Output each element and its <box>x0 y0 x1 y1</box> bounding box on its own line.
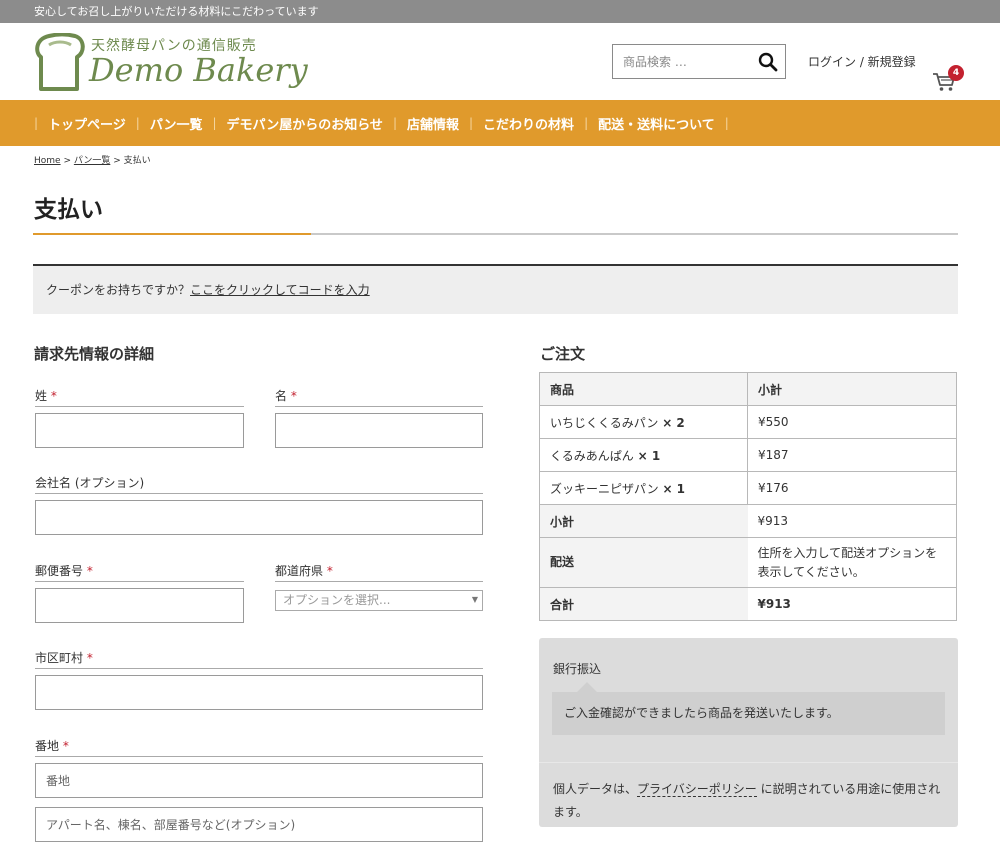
prefecture-label-text: 都道府県 <box>275 564 324 578</box>
breadcrumb: Home > パン一覧 > 支払い <box>34 153 151 166</box>
coupon-text: クーポンをお持ちですか？ <box>46 283 191 297</box>
announcement-text: 安心してお召し上がりいただける材料にこだわっています <box>34 5 319 18</box>
last-name-label: 姓 * <box>35 387 244 407</box>
company-field[interactable] <box>35 500 483 535</box>
last-name-label-text: 姓 <box>35 389 48 403</box>
product-name-cell: いちじくくるみパン × 2 <box>539 405 748 439</box>
first-name-label-text: 名 <box>275 389 288 403</box>
billing-title: 請求先情報の詳細 <box>34 345 155 363</box>
prefecture-select-value: オプションを選択... <box>283 593 391 607</box>
search-button[interactable] <box>757 51 779 73</box>
bread-logo-icon <box>35 33 85 91</box>
total-row: 合計 ¥913 <box>539 587 957 621</box>
subtotal-row: 小計 ¥913 <box>539 504 957 538</box>
total-label: 合計 <box>539 587 748 621</box>
required-mark: * <box>326 564 333 578</box>
page-title: 支払い <box>34 197 103 223</box>
payment-divider <box>539 762 958 763</box>
nav-item-bread-list[interactable]: パン一覧 <box>140 114 213 133</box>
product-price: ¥550 <box>747 405 957 439</box>
prefecture-select[interactable]: オプションを選択... ▼ <box>275 590 483 611</box>
product-name: くるみあんぱん <box>550 448 634 463</box>
required-mark: * <box>50 389 57 403</box>
product-name-cell: くるみあんぱん × 1 <box>539 438 748 472</box>
privacy-notice: 個人データは、プライバシーポリシー に説明されている用途に使用されます。 <box>553 778 948 824</box>
product-quantity: × 1 <box>662 481 686 496</box>
city-label-text: 市区町村 <box>35 651 84 665</box>
subtotal-label: 小計 <box>539 504 748 538</box>
nav-item-shipping[interactable]: 配送・送料について <box>588 114 725 133</box>
product-price: ¥187 <box>747 438 957 472</box>
breadcrumb-home-link[interactable]: Home <box>34 156 61 166</box>
column-header-product: 商品 <box>539 372 748 406</box>
address-field[interactable] <box>35 763 483 798</box>
login-register-link[interactable]: ログイン / 新規登録 <box>808 53 916 70</box>
nav-separator: | <box>724 116 729 130</box>
search-input[interactable] <box>613 45 743 78</box>
required-mark: * <box>290 389 297 403</box>
product-name: いちじくくるみパン <box>550 415 659 430</box>
table-row: くるみあんぱん × 1 ¥187 <box>539 438 957 472</box>
product-price: ¥176 <box>747 471 957 505</box>
postcode-label-text: 郵便番号 <box>35 564 84 578</box>
breadcrumb-separator: > <box>113 156 121 166</box>
column-header-subtotal: 小計 <box>747 372 957 406</box>
subtotal-value: ¥913 <box>747 504 957 538</box>
product-name-cell: ズッキーニピザパン × 1 <box>539 471 748 505</box>
last-name-field[interactable] <box>35 413 244 448</box>
payment-description: ご入金確認ができましたら商品を発送いたします。 <box>552 692 945 735</box>
table-row: ズッキーニピザパン × 1 ¥176 <box>539 471 957 505</box>
coupon-notice: クーポンをお持ちですか？ここをクリックしてコードを入力 <box>33 264 958 314</box>
nav-item-top[interactable]: トップページ <box>38 114 136 133</box>
address-label-text: 番地 <box>35 739 60 753</box>
top-announcement-bar: 安心してお召し上がりいただける材料にこだわっています <box>0 0 1000 23</box>
product-quantity: × 1 <box>637 448 661 463</box>
shipping-row: 配送 住所を入力して配送オプションを表示してください。 <box>539 537 957 588</box>
postcode-field[interactable] <box>35 588 244 623</box>
total-value: ¥913 <box>747 587 957 621</box>
address2-field[interactable] <box>35 807 483 842</box>
city-field[interactable] <box>35 675 483 710</box>
company-label: 会社名 (オプション) <box>35 474 483 494</box>
city-label: 市区町村 * <box>35 649 483 669</box>
first-name-label: 名 * <box>275 387 483 407</box>
company-label-text: 会社名 (オプション) <box>35 476 145 490</box>
table-row: いちじくくるみパン × 2 ¥550 <box>539 405 957 439</box>
order-review-table: 商品 小計 いちじくくるみパン × 2 ¥550 くるみあんぱん × 1 ¥18… <box>539 372 957 621</box>
prefecture-label: 都道府県 * <box>275 562 483 582</box>
main-navigation: | トップページ | パン一覧 | デモパン屋からのお知らせ | 店舗情報 | … <box>0 100 1000 146</box>
title-divider-accent <box>33 233 311 235</box>
shipping-value: 住所を入力して配送オプションを表示してください。 <box>747 537 957 588</box>
table-header-row: 商品 小計 <box>539 372 957 406</box>
shipping-label: 配送 <box>539 537 748 588</box>
breadcrumb-list-link[interactable]: パン一覧 <box>74 156 110 166</box>
chevron-down-icon: ▼ <box>471 595 478 604</box>
required-mark: * <box>86 651 93 665</box>
product-name: ズッキーニピザパン <box>550 481 659 496</box>
order-title: ご注文 <box>540 345 586 363</box>
site-header: 天然酵母パンの通信販売 Demo Bakery ログイン / 新規登録 4 <box>0 23 1000 100</box>
coupon-link[interactable]: ここをクリックしてコードを入力 <box>190 283 370 297</box>
site-logo[interactable]: 天然酵母パンの通信販売 Demo Bakery <box>33 33 323 93</box>
breadcrumb-current: 支払い <box>123 156 151 166</box>
nav-item-store-info[interactable]: 店舗情報 <box>397 114 469 133</box>
privacy-text-before: 個人データは、 <box>553 782 638 796</box>
required-mark: * <box>86 564 93 578</box>
nav-item-news[interactable]: デモパン屋からのお知らせ <box>217 114 393 133</box>
cart-count-badge: 4 <box>948 65 964 81</box>
product-quantity: × 2 <box>662 415 685 430</box>
product-search <box>612 44 786 79</box>
payment-method-bank-transfer[interactable]: 銀行振込 <box>553 660 601 677</box>
payment-section: 銀行振込 ご入金確認ができましたら商品を発送いたします。 個人データは、プライバ… <box>539 638 958 827</box>
logo-wordmark: Demo Bakery <box>89 51 308 89</box>
first-name-field[interactable] <box>275 413 483 448</box>
address-label: 番地 * <box>35 737 483 757</box>
postcode-label: 郵便番号 * <box>35 562 244 582</box>
payment-box-pointer <box>577 682 597 692</box>
search-icon <box>758 52 778 72</box>
breadcrumb-separator: > <box>63 156 71 166</box>
privacy-policy-link[interactable]: プライバシーポリシー <box>637 782 757 797</box>
required-mark: * <box>62 739 69 753</box>
nav-item-ingredients[interactable]: こだわりの材料 <box>473 114 584 133</box>
